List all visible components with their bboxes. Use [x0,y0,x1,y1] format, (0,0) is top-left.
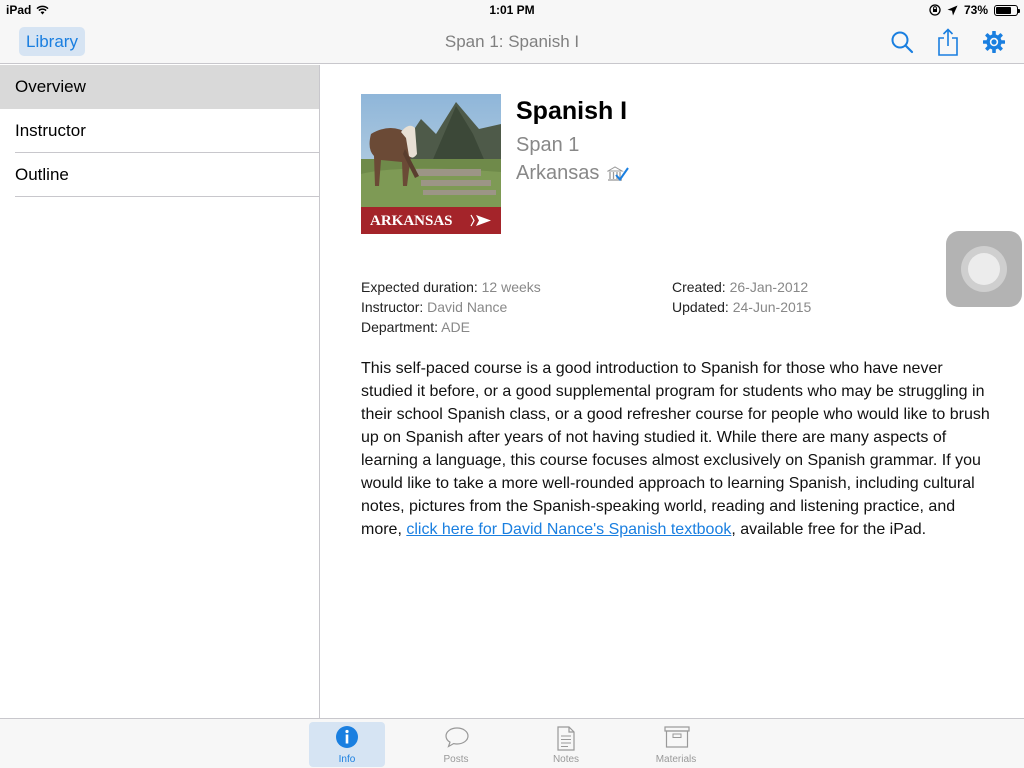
course-code: Span 1 [516,134,580,156]
meta-row-duration: Expected duration: 12 weeks [361,279,541,295]
textbook-link[interactable]: click here for David Nance's Spanish tex… [406,521,731,538]
course-meta-right: Created: 26-Jan-2012 Updated: 24-Jun-201… [672,277,811,317]
tab-materials[interactable]: Materials [638,722,714,767]
meta-row-instructor: Instructor: David Nance [361,299,508,315]
cover-banner-text: ARKANSAS [370,213,453,229]
tab-label: Posts [443,754,469,765]
tab-bar: Info Posts Notes Materials [0,718,1024,768]
battery-level [996,6,1011,14]
rotation-lock-icon [929,4,941,16]
meta-row-updated: Updated: 24-Jun-2015 [672,299,812,315]
status-right: 73% [929,3,1020,17]
tab-notes[interactable]: Notes [528,722,604,767]
share-icon[interactable] [936,28,960,56]
document-icon [557,726,575,751]
info-icon [336,726,358,748]
archive-box-icon [664,726,690,748]
status-time: 1:01 PM [489,3,535,17]
sidebar: Overview Instructor Outline [0,65,320,718]
course-institution: Arkansas [516,162,630,185]
status-bar: iPad 1:01 PM 73% [0,0,1024,20]
course-title: Spanish I [516,97,628,125]
location-arrow-icon [947,5,958,15]
verified-institution-icon [607,165,630,181]
institution-name: Arkansas [516,162,600,184]
meta-row-created: Created: 26-Jan-2012 [672,279,809,295]
sidebar-item-outline[interactable]: Outline [0,153,319,197]
library-back-button[interactable]: Library [19,27,85,56]
assistive-touch-button[interactable] [946,231,1022,307]
page-title: Span 1: Spanish I [444,32,580,51]
meta-row-department: Department: ADE [361,319,470,335]
tab-posts[interactable]: Posts [418,722,494,767]
speech-bubble-icon [445,727,469,748]
tab-label: Materials [655,754,697,765]
tab-label: Info [338,754,356,765]
course-meta-left: Expected duration: 12 weeks Instructor: … [361,277,541,337]
tab-label: Notes [552,754,580,765]
description-text: This self-paced course is a good introdu… [361,360,990,538]
nav-actions [890,28,1006,56]
course-description: This self-paced course is a good introdu… [361,357,991,541]
description-end: , available free for the iPad. [731,521,927,538]
battery-icon [994,4,1020,16]
battery-percent: 73% [963,3,988,17]
search-icon[interactable] [890,30,914,54]
sidebar-item-overview[interactable]: Overview [0,65,319,109]
gear-icon[interactable] [982,30,1006,54]
course-overview: ARKANSAS Spanish I Span 1 Arkansas Expec… [321,65,1024,718]
course-cover-image: ARKANSAS [361,94,501,234]
tab-info[interactable]: Info [309,722,385,767]
sidebar-item-instructor[interactable]: Instructor [0,109,319,153]
navigation-bar: Library Span 1: Spanish I [0,20,1024,64]
